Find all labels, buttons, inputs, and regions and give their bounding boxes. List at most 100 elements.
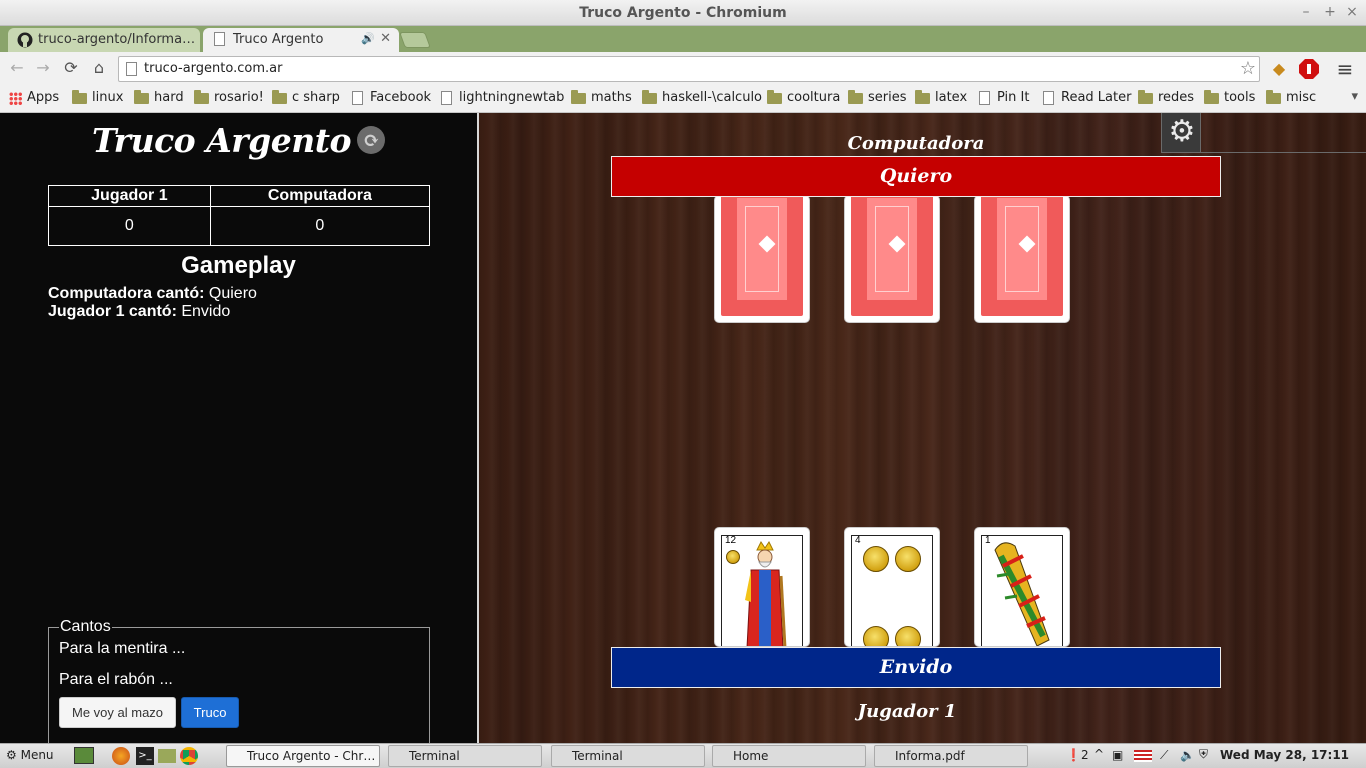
gear-icon: ⚙ [1168, 114, 1196, 149]
folder-icon [1204, 90, 1219, 104]
folder-icon [1138, 90, 1153, 104]
page-icon [352, 91, 363, 105]
bookmark-hard[interactable]: hard [134, 90, 184, 108]
show-desktop-icon[interactable] [74, 747, 94, 764]
opponent-call-banner: Quiero [611, 156, 1221, 197]
bookmark-read-later[interactable]: Read Later [1041, 90, 1131, 108]
score-player: 0 [48, 206, 211, 246]
score-header-player: Jugador 1 [48, 185, 211, 207]
menu-icon[interactable]: ≡ [1334, 58, 1356, 80]
bookmark-latex[interactable]: latex [915, 90, 967, 108]
folder-icon [72, 90, 87, 104]
settings-button[interactable]: ⚙ [1161, 113, 1201, 153]
terminal-launcher-icon[interactable]: >_ [136, 747, 154, 765]
bookmark-misc[interactable]: misc [1266, 90, 1316, 108]
me-voy-al-mazo-button[interactable]: Me voy al mazo [59, 697, 177, 728]
bookmark-haskell-calculo[interactable]: haskell-\calculo [642, 90, 762, 108]
page-icon [126, 62, 137, 76]
adblock-icon[interactable] [1298, 58, 1320, 80]
king-figure-icon [745, 541, 787, 646]
bookmark-series[interactable]: series [848, 90, 907, 108]
player-card-4-oro[interactable]: 4 [844, 527, 940, 647]
taskbar-window-informa-pdf[interactable]: Informa.pdf [874, 745, 1028, 767]
clock[interactable]: Wed May 28, 17:11 [1220, 748, 1349, 762]
gear-icon: ⚙ [6, 748, 17, 762]
tab-github[interactable]: truco-argento/Informa… [8, 28, 200, 52]
taskbar-window-terminal[interactable]: Terminal [388, 745, 542, 767]
extension-basket-icon[interactable]: ◆ [1268, 58, 1290, 80]
coin-icon [895, 546, 921, 572]
opponent-card [974, 195, 1070, 323]
tab-label: Truco Argento [233, 32, 324, 47]
bookmark-lightningnewtab[interactable]: lightningnewtab [439, 90, 564, 108]
side-panel: Truco Argento Jugador 1 Computadora 0 0 … [0, 113, 479, 748]
bookmark-maths[interactable]: maths [571, 90, 632, 108]
address-bar[interactable]: truco-argento.com.ar ☆ [118, 56, 1260, 82]
window-title: Truco Argento - Chromium [579, 5, 787, 21]
refresh-icon[interactable] [356, 126, 385, 154]
new-tab-button[interactable] [399, 32, 431, 48]
reload-icon[interactable]: ⟳ [61, 58, 81, 78]
coin-icon [863, 626, 889, 646]
files-launcher-icon[interactable] [158, 749, 176, 763]
folder-icon [915, 90, 930, 104]
volume-icon[interactable]: 🔈 [1180, 748, 1195, 762]
network-icon[interactable]: ▣ [1112, 748, 1123, 762]
truco-button[interactable]: Truco [180, 697, 240, 728]
flag-us-icon[interactable] [1134, 750, 1152, 762]
game-title: Truco Argento [92, 121, 351, 160]
player-card-1-basto[interactable]: 1 [974, 527, 1070, 647]
gameplay-heading: Gameplay [181, 252, 296, 279]
opponent-label: Computadora [847, 133, 985, 154]
bookmark-c-sharp[interactable]: c sharp [272, 90, 340, 108]
maximize-button[interactable]: + [1322, 4, 1338, 20]
cantos-panel: Cantos Para la mentira ... Para el rabón… [48, 618, 430, 748]
start-menu-button[interactable]: ⚙ Menu [6, 748, 54, 762]
chromium-launcher-icon[interactable] [180, 747, 198, 765]
opponent-card [844, 195, 940, 323]
bookmark-facebook[interactable]: Facebook [350, 90, 431, 108]
canto-mentira: Para la mentira ... [59, 640, 186, 657]
home-icon[interactable]: ⌂ [89, 58, 109, 78]
close-window-button[interactable]: × [1344, 4, 1360, 20]
taskbar-window-chromium[interactable]: Truco Argento - Chr… [226, 745, 380, 767]
taskbar-window-terminal[interactable]: Terminal [551, 745, 705, 767]
notification-badge[interactable]: ❗2 [1066, 748, 1089, 762]
player-card-12-oro[interactable]: 12 [714, 527, 810, 647]
apps-icon [9, 92, 22, 105]
bookmark-pin-it[interactable]: Pin It [977, 90, 1029, 108]
connection-icon[interactable]: ⟋ [1160, 748, 1168, 763]
player-label: Jugador 1 [857, 701, 957, 722]
minimize-button[interactable]: – [1298, 4, 1314, 20]
folder-icon [848, 90, 863, 104]
log-entry: Jugador 1 cantó: Envido [48, 303, 231, 320]
club-basto-icon [994, 542, 1050, 646]
bookmark-redes[interactable]: redes [1138, 90, 1194, 108]
bookmark-linux[interactable]: linux [72, 90, 123, 108]
tab-truco-argento[interactable]: Truco Argento 🔊 ✕ [203, 28, 399, 52]
shield-icon[interactable]: ⛨ [1199, 747, 1208, 762]
page-icon [214, 32, 225, 46]
player-call-banner: Envido [611, 647, 1221, 688]
firefox-launcher-icon[interactable] [112, 747, 130, 765]
divider [1201, 152, 1366, 153]
bookmark-tools[interactable]: tools [1204, 90, 1255, 108]
bookmark-rosario[interactable]: rosario! [194, 90, 264, 108]
forward-icon[interactable]: → [33, 58, 53, 78]
taskbar-window-home[interactable]: Home [712, 745, 866, 767]
bookmark-cooltura[interactable]: cooltura [767, 90, 840, 108]
bookmarks-overflow-icon[interactable]: ▾ [1351, 89, 1358, 104]
tray-expand-icon[interactable]: ^ [1094, 747, 1104, 761]
page-icon [1043, 91, 1054, 105]
gameplay-log: Computadora cantó: Quiero Jugador 1 cant… [48, 285, 257, 321]
folder-icon [194, 90, 209, 104]
coin-icon [863, 546, 889, 572]
coin-icon [895, 626, 921, 646]
game-logo: Truco Argento [0, 121, 477, 160]
game-table: ⚙ Computadora Quiero 12 4 1 Envido Jugad… [479, 113, 1366, 743]
back-icon[interactable]: ← [7, 58, 27, 78]
close-tab-icon[interactable]: ✕ [380, 31, 391, 46]
bookmark-apps[interactable]: Apps [7, 90, 59, 108]
github-icon [17, 32, 33, 48]
bookmark-star-icon[interactable]: ☆ [1240, 58, 1256, 79]
